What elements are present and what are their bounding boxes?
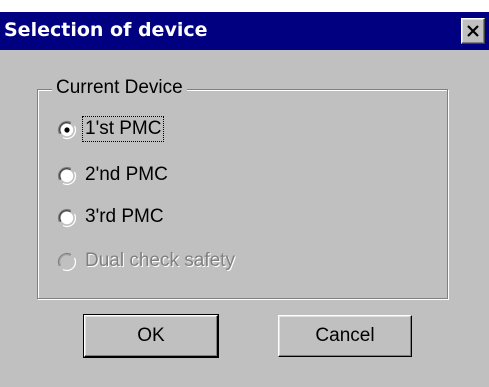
background-strip — [0, 0, 489, 12]
radio-unselected-icon[interactable] — [57, 208, 77, 228]
ok-button[interactable]: OK — [83, 314, 219, 358]
radio-option-dual-check-safety: Dual check safety — [57, 247, 377, 277]
title-bar[interactable]: Selection of device — [0, 12, 489, 50]
radio-option-label: 1'st PMC — [81, 116, 165, 142]
radio-option-label: 3'rd PMC — [85, 206, 164, 227]
cancel-button[interactable]: Cancel — [278, 315, 412, 357]
radio-disabled-icon — [57, 252, 77, 272]
radio-option-label: Dual check safety — [85, 250, 235, 271]
selection-of-device-dialog: Selection of device Current Device 1'st … — [0, 12, 489, 387]
radio-selected-icon[interactable] — [57, 120, 77, 140]
close-icon — [467, 25, 479, 37]
close-button[interactable] — [461, 18, 485, 44]
window-title: Selection of device — [4, 19, 208, 41]
radio-option-label: 2'nd PMC — [85, 164, 168, 185]
radio-option-2nd-pmc[interactable]: 2'nd PMC — [57, 161, 377, 191]
radio-option-3rd-pmc[interactable]: 3'rd PMC — [57, 203, 377, 233]
current-device-group-label: Current Device — [52, 76, 187, 100]
radio-unselected-icon[interactable] — [57, 166, 77, 186]
radio-option-1st-pmc[interactable]: 1'st PMC — [57, 115, 377, 145]
